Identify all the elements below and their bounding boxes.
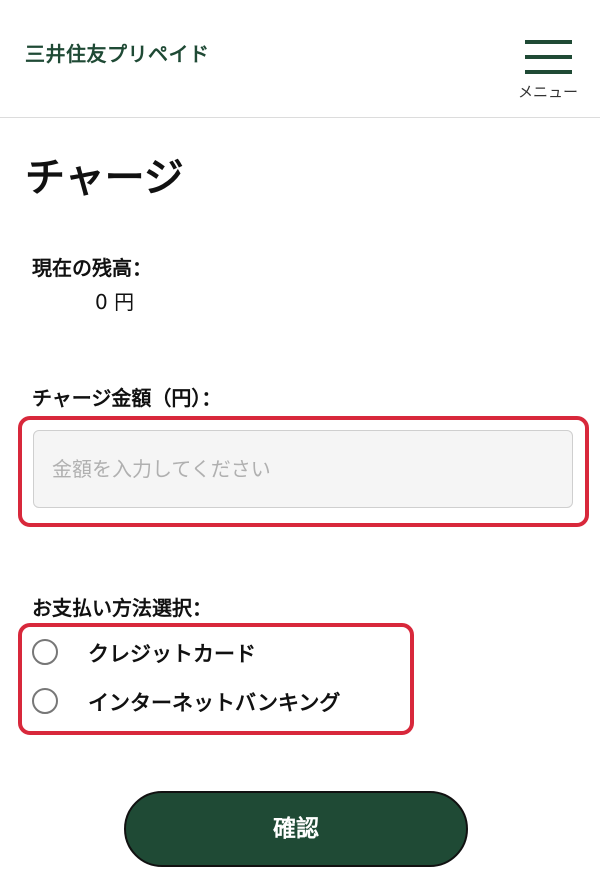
- menu-label: メニュー: [517, 83, 578, 101]
- radio-unchecked-icon[interactable]: [32, 688, 58, 714]
- page-title: チャージ: [25, 155, 184, 201]
- brand-logo-text[interactable]: 三井住友プリペイド: [25, 38, 210, 67]
- menu-button[interactable]: メニュー: [512, 38, 584, 104]
- site-header: 三井住友プリペイド メニュー: [0, 0, 600, 118]
- payment-option-label: クレジットカード: [88, 642, 256, 666]
- balance-label: 現在の残高：: [32, 256, 152, 280]
- payment-option-label: インターネットバンキング: [88, 691, 341, 715]
- charge-amount-input[interactable]: [33, 430, 573, 508]
- hamburger-menu-icon-bar: [525, 55, 572, 59]
- confirm-button[interactable]: 確認: [124, 791, 468, 867]
- charge-amount-label: チャージ金額（円）：: [32, 386, 222, 410]
- radio-unchecked-icon[interactable]: [32, 639, 58, 665]
- hamburger-menu-icon: [525, 40, 572, 44]
- balance-value: 0 円: [95, 290, 135, 314]
- hamburger-menu-icon-bar: [525, 70, 572, 74]
- payment-method-label: お支払い方法選択：: [32, 596, 212, 620]
